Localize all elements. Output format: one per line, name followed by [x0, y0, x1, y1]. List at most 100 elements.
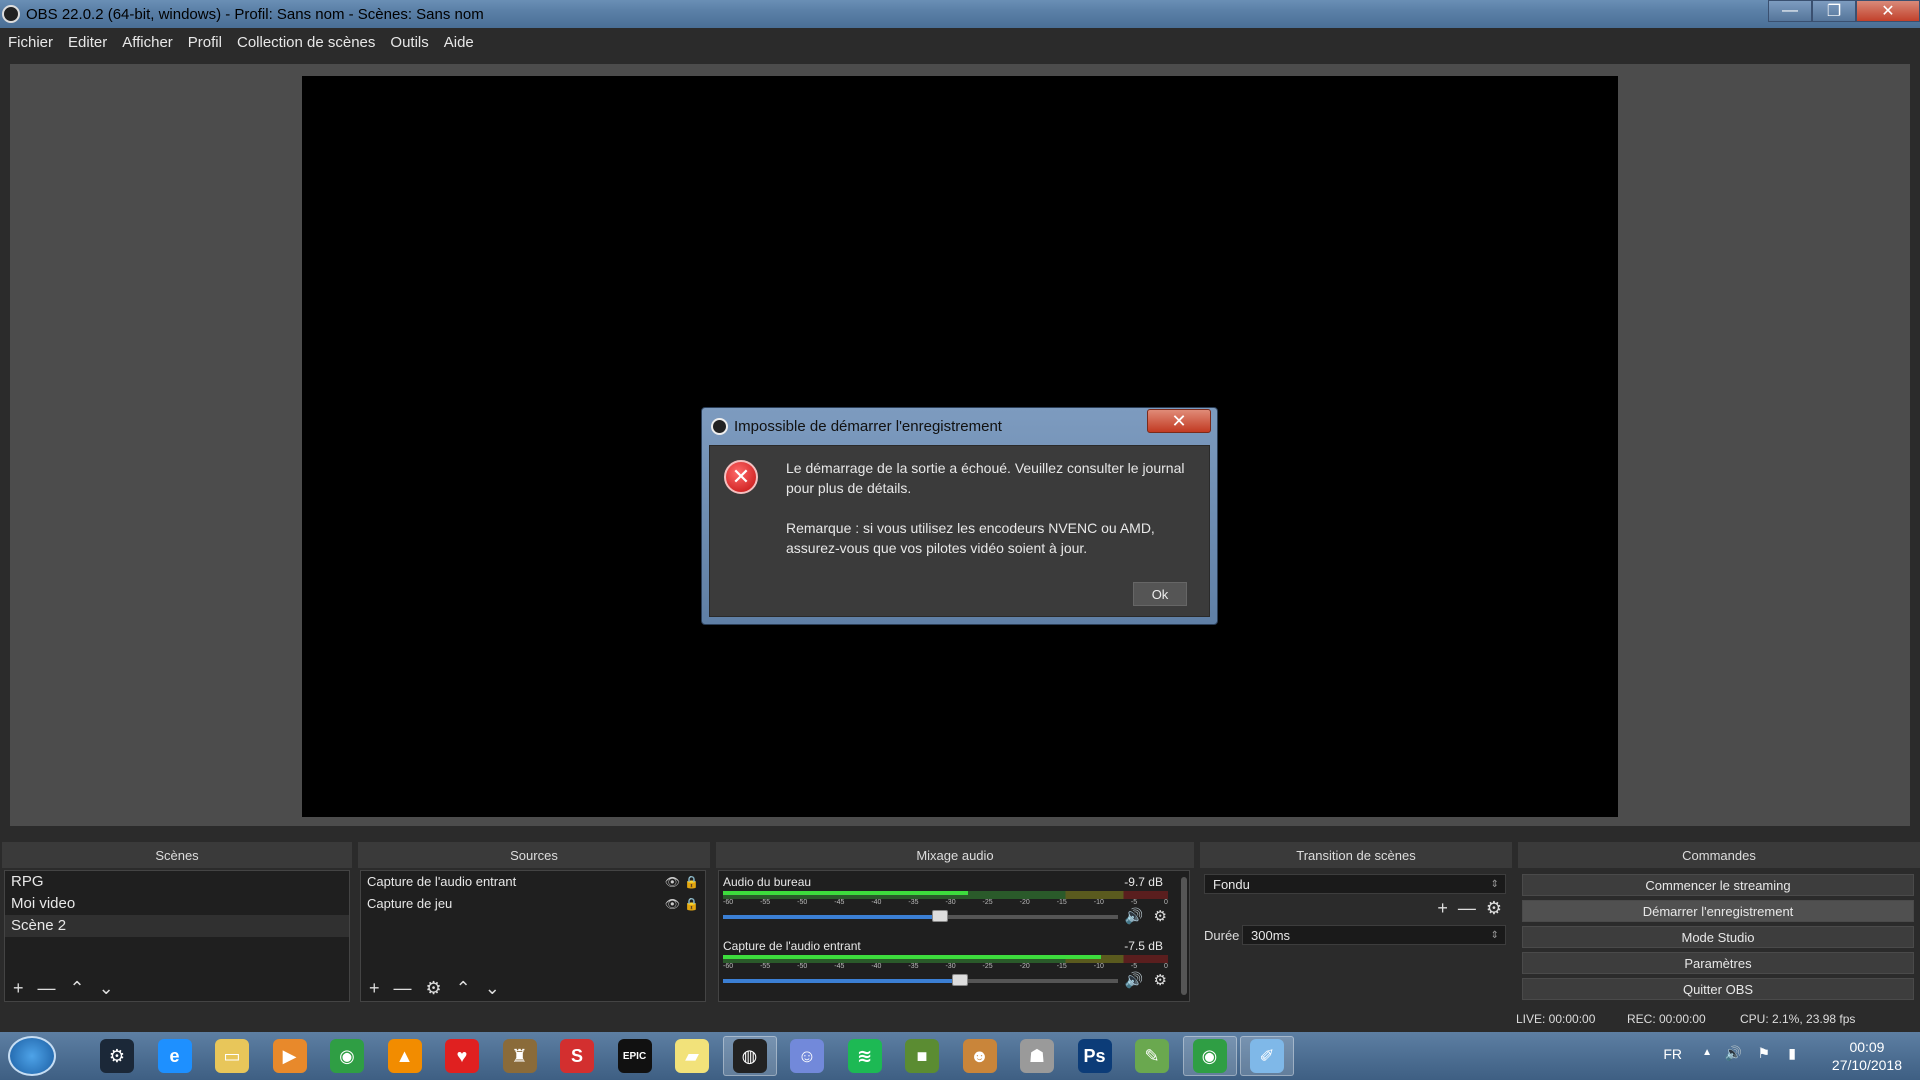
dialog-close-button[interactable]: ✕: [1147, 409, 1211, 433]
minecraft-icon[interactable]: ■: [895, 1036, 949, 1076]
obs-icon[interactable]: ◍: [722, 1036, 777, 1076]
vlc-glyph: ▲: [387, 1039, 422, 1073]
meter-tick-label: -55: [760, 963, 771, 970]
transition-select[interactable]: Fondu ⇕: [1204, 874, 1506, 894]
menu-editer[interactable]: Editer: [68, 34, 107, 51]
chrome-icon[interactable]: ◉: [320, 1036, 374, 1076]
meter-tick-label: -40: [871, 899, 882, 906]
clock[interactable]: 00:09 27/10/2018: [1832, 1038, 1902, 1074]
anime-app-icon[interactable]: ☻: [953, 1036, 1007, 1076]
steam-icon[interactable]: ⚙: [90, 1036, 144, 1076]
meter-scale: -60 -55 -50 -45 -40 -35 -30 -25 -20 -15 -10 -5 0: [723, 899, 1168, 907]
mixer-scrollbar[interactable]: [1181, 877, 1187, 995]
track-db: -7.5 dB: [1124, 939, 1163, 953]
paint-icon[interactable]: ✐: [1240, 1036, 1294, 1076]
speaker-icon[interactable]: 🔊: [1125, 907, 1144, 925]
media-player-icon[interactable]: ▶: [263, 1036, 317, 1076]
meter-tick-label: -35: [908, 899, 919, 906]
add-icon[interactable]: +: [1437, 898, 1448, 919]
close-button[interactable]: ✕: [1856, 0, 1920, 22]
speaker-icon[interactable]: 🔊: [1125, 971, 1144, 989]
volume-slider[interactable]: [723, 910, 1118, 922]
menu-afficher[interactable]: Afficher: [122, 34, 173, 51]
spinner-icon[interactable]: ⇕: [1491, 930, 1499, 941]
start-recording-button[interactable]: Démarrer l'enregistrement: [1522, 900, 1914, 922]
notepad-icon[interactable]: ✎: [1125, 1036, 1179, 1076]
gear-icon[interactable]: ⚙: [1154, 971, 1167, 989]
duration-field[interactable]: 300ms ⇕: [1242, 925, 1506, 945]
meter-tick-label: -60: [723, 963, 734, 970]
flag-icon[interactable]: ⚑: [1757, 1045, 1770, 1062]
quit-button[interactable]: Quitter OBS: [1522, 978, 1914, 1000]
remove-icon[interactable]: —: [38, 978, 56, 999]
chrome-active-icon[interactable]: ◉: [1182, 1036, 1237, 1076]
obs-glyph: ◍: [732, 1039, 767, 1073]
source-item[interactable]: Capture de jeu 👁 🔒: [361, 893, 705, 915]
folder-icon[interactable]: ▭: [205, 1036, 259, 1076]
menu-collection-scenes[interactable]: Collection de scènes: [237, 34, 375, 51]
slider-handle[interactable]: [932, 910, 949, 922]
remove-icon[interactable]: —: [394, 978, 412, 999]
epic-games-icon[interactable]: EPIC: [608, 1036, 662, 1076]
remove-icon[interactable]: —: [1458, 898, 1476, 919]
ok-button[interactable]: Ok: [1133, 582, 1187, 606]
meter-tick-label: -30: [945, 899, 956, 906]
eye-icon[interactable]: 👁: [665, 871, 680, 893]
track-name: Audio du bureau: [723, 875, 812, 889]
scene-item[interactable]: Moi video: [5, 893, 349, 915]
meter-tick-label: -25: [982, 963, 993, 970]
settings-button[interactable]: Paramètres: [1522, 952, 1914, 974]
slider-handle[interactable]: [952, 974, 968, 986]
source-item[interactable]: Capture de l'audio entrant 👁 🔒: [361, 871, 705, 893]
studio-mode-button[interactable]: Mode Studio: [1522, 926, 1914, 948]
discord-icon[interactable]: ☺: [780, 1036, 834, 1076]
start-streaming-button[interactable]: Commencer le streaming: [1522, 874, 1914, 896]
game-icon[interactable]: ♜: [493, 1036, 547, 1076]
move-up-icon[interactable]: ⌃: [456, 978, 471, 999]
source-label: Capture de jeu: [367, 896, 453, 911]
heart-game-icon[interactable]: ♥: [435, 1036, 489, 1076]
language-indicator[interactable]: FR: [1663, 1046, 1682, 1062]
gear-icon[interactable]: ⚙: [426, 978, 442, 999]
menu-profil[interactable]: Profil: [188, 34, 222, 51]
vlc-icon[interactable]: ▲: [378, 1036, 432, 1076]
add-icon[interactable]: +: [13, 978, 24, 999]
menu-outils[interactable]: Outils: [390, 34, 428, 51]
menu-fichier[interactable]: Fichier: [8, 34, 53, 51]
menu-aide[interactable]: Aide: [444, 34, 474, 51]
gear-icon[interactable]: ⚙: [1486, 898, 1502, 919]
volume-icon[interactable]: 🔊: [1725, 1045, 1742, 1062]
slider-fill: [723, 979, 960, 983]
tray-expand-icon[interactable]: ▲: [1702, 1047, 1712, 1058]
gear-icon[interactable]: ⚙: [1154, 907, 1167, 925]
start-button[interactable]: [8, 1036, 56, 1076]
scene-item[interactable]: RPG: [5, 871, 349, 893]
spotify-icon[interactable]: ≋: [838, 1036, 892, 1076]
sticky-notes-glyph: ▰: [675, 1039, 709, 1073]
red-app-icon[interactable]: S: [550, 1036, 604, 1076]
discord-glyph: ☺: [790, 1039, 824, 1073]
photoshop-icon[interactable]: Ps: [1068, 1036, 1122, 1076]
meter-tick-label: -50: [797, 963, 808, 970]
lock-icon[interactable]: 🔒: [684, 871, 699, 893]
window-title: OBS 22.0.2 (64-bit, windows) - Profil: S…: [26, 5, 484, 23]
move-up-icon[interactable]: ⌃: [70, 978, 85, 999]
add-icon[interactable]: +: [369, 978, 380, 999]
move-down-icon[interactable]: ⌄: [485, 978, 500, 999]
move-down-icon[interactable]: ⌄: [99, 978, 114, 999]
scene-item-selected[interactable]: Scène 2: [5, 915, 349, 937]
network-icon[interactable]: ▮: [1788, 1045, 1796, 1062]
volume-slider[interactable]: [723, 974, 1118, 986]
status-rec: REC: 00:00:00: [1627, 1012, 1706, 1026]
meter-tick-label: -15: [1056, 963, 1067, 970]
minimize-button[interactable]: —: [1768, 0, 1812, 22]
maximize-button[interactable]: ❐: [1812, 0, 1856, 22]
internet-explorer-icon[interactable]: e: [148, 1036, 202, 1076]
eye-icon[interactable]: 👁: [665, 893, 680, 915]
robot-app-icon[interactable]: ☗: [1010, 1036, 1064, 1076]
taskbar: ⚙ e ▭ ▶ ◉ ▲ ♥ ♜ S EPIC ▰ ◍ ☺ ≋ ■ ☻ ☗ Ps ✎ ◉ ✐ FR ▲ 🔊 ⚑ ▮ 00:…: [0, 1032, 1920, 1080]
sticky-notes-icon[interactable]: ▰: [665, 1036, 719, 1076]
scenes-toolbar: + — ⌃ ⌄: [5, 975, 114, 1001]
meter-tick-label: -5: [1130, 899, 1138, 906]
lock-icon[interactable]: 🔒: [684, 893, 699, 915]
